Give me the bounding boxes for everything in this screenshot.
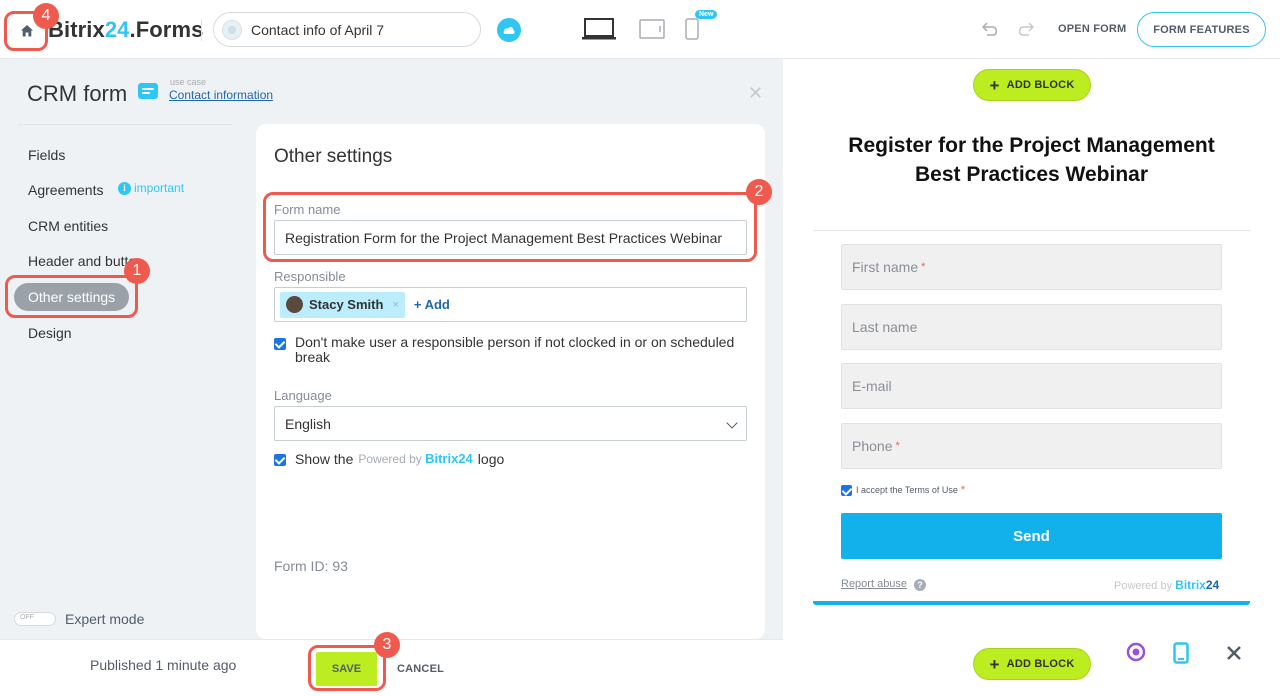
- preview-divider: [813, 230, 1251, 231]
- responsible-name: Stacy Smith: [309, 297, 384, 312]
- responsible-label: Responsible: [274, 269, 346, 284]
- logo-label: logo: [477, 451, 505, 467]
- form-id: Form ID: 93: [274, 558, 348, 574]
- annotation-1: 1: [124, 258, 150, 284]
- cancel-button[interactable]: CANCEL: [397, 663, 444, 675]
- add-responsible-link[interactable]: + Add: [414, 297, 450, 312]
- form-thumbnail-icon: [222, 19, 242, 40]
- powered-by-footer: Powered by Bitrix24: [1114, 578, 1220, 592]
- sidebar-item-fields[interactable]: Fields: [28, 147, 65, 163]
- use-case-link[interactable]: Contact information: [169, 88, 273, 102]
- form-preview: + ADD BLOCK Register for the Project Mana…: [783, 59, 1280, 696]
- responsible-chip[interactable]: Stacy Smith ×: [280, 291, 405, 318]
- desktop-preview-icon[interactable]: [582, 18, 616, 45]
- new-badge: New: [695, 10, 718, 19]
- app-logo[interactable]: Bitrix24.Forms: [48, 17, 203, 43]
- form-title-text: Contact info of April 7: [251, 21, 385, 38]
- expert-mode-label: Expert mode: [65, 611, 145, 627]
- annotation-4: 4: [33, 3, 59, 29]
- chevron-down-icon: [726, 417, 738, 429]
- ai-assistant-icon[interactable]: [1126, 642, 1146, 667]
- avatar: [286, 296, 303, 313]
- language-label: Language: [274, 388, 332, 403]
- info-icon: i: [118, 181, 131, 195]
- last-name-field[interactable]: Last name: [841, 304, 1222, 350]
- clocked-in-label: Don't make user a responsible person if …: [295, 334, 735, 365]
- redo-icon[interactable]: [1016, 22, 1035, 41]
- preview-form-title: Register for the Project Management Best…: [848, 134, 1215, 186]
- language-value: English: [285, 415, 331, 432]
- published-status: Published 1 minute ago: [90, 657, 237, 673]
- clocked-in-checkbox-row[interactable]: Don't make user a responsible person if …: [274, 335, 744, 365]
- nav-divider: [18, 124, 232, 125]
- add-block-button-bottom[interactable]: + ADD BLOCK: [973, 648, 1091, 680]
- email-field[interactable]: E-mail: [841, 363, 1222, 409]
- use-case-label: use case: [170, 77, 207, 87]
- phone-field[interactable]: Phone *: [841, 423, 1222, 469]
- annotation-2: 2: [746, 179, 772, 205]
- important-label: important: [134, 181, 185, 195]
- cloud-save-icon[interactable]: [497, 18, 521, 42]
- annotation-3: 3: [374, 632, 400, 658]
- show-the-label: Show the: [295, 451, 354, 467]
- undo-icon[interactable]: [981, 22, 1000, 41]
- close-icon[interactable]: ✕: [748, 83, 763, 104]
- show-logo-checkbox[interactable]: [274, 454, 286, 466]
- tablet-preview-icon[interactable]: [639, 19, 665, 44]
- sidebar-item-header-buttons[interactable]: Header and butto: [28, 253, 136, 269]
- plus-icon: +: [989, 75, 1000, 95]
- toggle-switch[interactable]: OFF: [14, 612, 56, 626]
- sidebar-item-agreements[interactable]: Agreements: [28, 182, 103, 198]
- close-preview-icon[interactable]: [1226, 645, 1242, 666]
- remove-icon[interactable]: ×: [392, 299, 398, 311]
- settings-panel: CRM form use case Contact information ✕ …: [0, 59, 783, 639]
- highlight-form-name: [263, 192, 757, 262]
- panel-title: CRM form: [27, 81, 128, 106]
- form-features-button[interactable]: FORM FEATURES: [1137, 12, 1266, 47]
- open-form-button[interactable]: OPEN FORM: [1058, 23, 1126, 35]
- terms-checkbox-row[interactable]: I accept the Terms of Use *: [841, 484, 965, 496]
- use-case-icon: [138, 83, 158, 99]
- language-select[interactable]: English: [274, 406, 747, 441]
- sidebar-item-design[interactable]: Design: [28, 325, 72, 341]
- report-abuse-link[interactable]: Report abuse: [841, 578, 907, 590]
- expert-mode-toggle[interactable]: OFF Expert mode: [14, 611, 144, 627]
- first-name-field[interactable]: First name *: [841, 244, 1222, 290]
- terms-checkbox[interactable]: [841, 484, 852, 496]
- preview-bottom-accent: [813, 601, 1250, 605]
- clocked-in-checkbox[interactable]: [274, 338, 286, 350]
- mobile-preview-icon[interactable]: [685, 18, 699, 45]
- terms-label: I accept the Terms of Use: [856, 485, 958, 495]
- show-logo-checkbox-row[interactable]: Show the Powered by Bitrix24 logo: [274, 451, 504, 467]
- help-icon[interactable]: ?: [914, 579, 926, 591]
- highlight-save: [308, 645, 386, 691]
- card-title: Other settings: [274, 146, 393, 167]
- responsible-field[interactable]: Stacy Smith × + Add: [274, 287, 747, 322]
- powered-by-badge: Powered by Bitrix24: [358, 451, 473, 466]
- logo-divider: [201, 19, 202, 41]
- mobile-view-icon[interactable]: [1173, 642, 1189, 669]
- sidebar-item-crm-entities[interactable]: CRM entities: [28, 218, 108, 234]
- top-bar: Bitrix24.Forms Contact info of April 7 N…: [0, 0, 1280, 59]
- form-title-field[interactable]: Contact info of April 7: [213, 12, 481, 47]
- send-button[interactable]: Send: [841, 513, 1222, 559]
- highlight-other-settings: [5, 275, 138, 318]
- important-hint[interactable]: i important: [118, 181, 184, 195]
- add-block-button-top[interactable]: + ADD BLOCK: [973, 69, 1091, 101]
- plus-icon: +: [989, 654, 1000, 674]
